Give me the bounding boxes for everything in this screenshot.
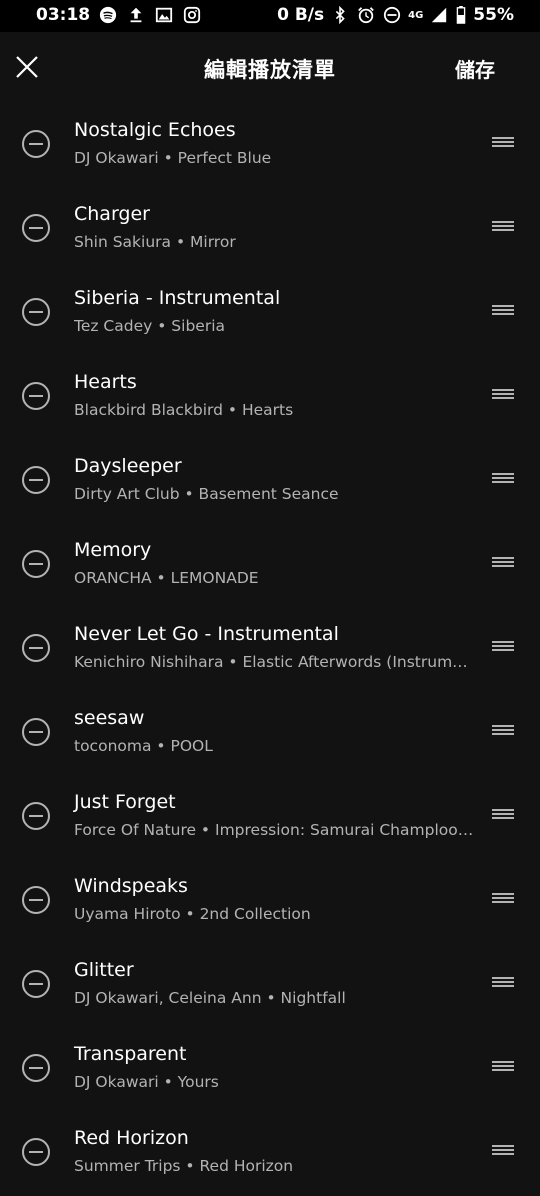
track-subtitle: Force Of Nature • Impression: Samurai Ch… [74, 821, 474, 839]
track-subtitle: Shin Sakiura • Mirror [74, 233, 236, 251]
drag-handle-icon[interactable] [492, 1061, 514, 1073]
track-row: Hearts Blackbird Blackbird • Hearts [0, 356, 540, 440]
drag-handle-icon[interactable] [492, 1145, 514, 1157]
track-subtitle: ORANCHA • LEMONADE [74, 569, 259, 587]
track-subtitle: Blackbird Blackbird • Hearts [74, 401, 294, 419]
track-title: seesaw [74, 707, 145, 729]
track-title: Red Horizon [74, 1127, 189, 1149]
drag-handle-icon[interactable] [492, 893, 514, 905]
battery-percent: 55% [473, 5, 514, 25]
track-subtitle: Tez Cadey • Siberia [74, 317, 225, 335]
track-row: Red Horizon Summer Trips • Red Horizon [0, 1112, 540, 1196]
track-title: Nostalgic Echoes [74, 119, 236, 141]
track-title: Glitter [74, 959, 134, 981]
drag-handle-icon[interactable] [492, 641, 514, 653]
track-row: Transparent DJ Okawari • Yours [0, 1028, 540, 1112]
status-bar: 03:18 0 B/s 4G 55% [0, 0, 540, 32]
drag-handle-icon[interactable] [492, 557, 514, 569]
track-title: Daysleeper [74, 455, 182, 477]
track-title: Windspeaks [74, 875, 188, 897]
drag-handle-icon[interactable] [492, 473, 514, 485]
bluetooth-icon [330, 5, 350, 25]
track-row: Never Let Go - Instrumental Kenichiro Nis… [0, 608, 540, 692]
track-title: Just Forget [74, 791, 176, 813]
remove-track-icon[interactable] [22, 466, 50, 494]
track-title: Memory [74, 539, 152, 561]
4g-icon: 4G [408, 9, 424, 21]
drag-handle-icon[interactable] [492, 389, 514, 401]
track-row: seesaw toconoma • POOL [0, 692, 540, 776]
battery-icon [455, 5, 467, 25]
track-title: Charger [74, 203, 150, 225]
remove-track-icon[interactable] [22, 1054, 50, 1082]
upload-icon [126, 5, 146, 25]
track-row: Windspeaks Uyama Hiroto • 2nd Collection [0, 860, 540, 944]
track-row: Daysleeper Dirty Art Club • Basement Sean… [0, 440, 540, 524]
status-time: 03:18 [36, 5, 91, 25]
remove-track-icon[interactable] [22, 130, 50, 158]
track-subtitle: Kenichiro Nishihara • Elastic Afterwords… [74, 653, 468, 671]
app-bar: 編輯播放清單 儲存 [0, 32, 540, 104]
remove-track-icon[interactable] [22, 550, 50, 578]
remove-track-icon[interactable] [22, 382, 50, 410]
track-title: Hearts [74, 371, 137, 393]
spotify-icon [98, 5, 118, 25]
track-row: Just Forget Force Of Nature • Impression:… [0, 776, 540, 860]
drag-handle-icon[interactable] [492, 977, 514, 989]
track-title: Never Let Go - Instrumental [74, 623, 339, 645]
save-button[interactable]: 儲存 [455, 54, 495, 83]
signal-icon [429, 5, 449, 25]
remove-track-icon[interactable] [22, 970, 50, 998]
track-subtitle: Dirty Art Club • Basement Seance [74, 485, 339, 503]
instagram-icon [182, 5, 202, 25]
track-list: Nostalgic Echoes DJ Okawari • Perfect Blu… [0, 104, 540, 1196]
remove-track-icon[interactable] [22, 1138, 50, 1166]
drag-handle-icon[interactable] [492, 137, 514, 149]
track-title: Transparent [74, 1043, 187, 1065]
track-row: Charger Shin Sakiura • Mirror [0, 188, 540, 272]
status-bar-left: 03:18 [36, 5, 202, 25]
track-row: Siberia - Instrumental Tez Cadey • Siberi… [0, 272, 540, 356]
status-bar-right: 0 B/s 4G 55% [277, 5, 514, 25]
track-row: Nostalgic Echoes DJ Okawari • Perfect Blu… [0, 104, 540, 188]
track-subtitle: DJ Okawari, Celeina Ann • Nightfall [74, 989, 346, 1007]
drag-handle-icon[interactable] [492, 305, 514, 317]
image-icon [154, 5, 174, 25]
track-subtitle: DJ Okawari • Yours [74, 1073, 219, 1091]
remove-track-icon[interactable] [22, 634, 50, 662]
track-subtitle: Summer Trips • Red Horizon [74, 1157, 294, 1175]
remove-track-icon[interactable] [22, 718, 50, 746]
remove-track-icon[interactable] [22, 298, 50, 326]
track-subtitle: DJ Okawari • Perfect Blue [74, 149, 272, 167]
network-speed: 0 B/s [277, 5, 325, 25]
remove-track-icon[interactable] [22, 802, 50, 830]
track-title: Siberia - Instrumental [74, 287, 281, 309]
drag-handle-icon[interactable] [492, 725, 514, 737]
dnd-icon [382, 5, 402, 25]
drag-handle-icon[interactable] [492, 221, 514, 233]
track-subtitle: Uyama Hiroto • 2nd Collection [74, 905, 311, 923]
remove-track-icon[interactable] [22, 886, 50, 914]
drag-handle-icon[interactable] [492, 809, 514, 821]
track-subtitle: toconoma • POOL [74, 737, 213, 755]
remove-track-icon[interactable] [22, 214, 50, 242]
track-row: Memory ORANCHA • LEMONADE [0, 524, 540, 608]
track-row: Glitter DJ Okawari, Celeina Ann • Nightfa… [0, 944, 540, 1028]
alarm-icon [356, 5, 376, 25]
